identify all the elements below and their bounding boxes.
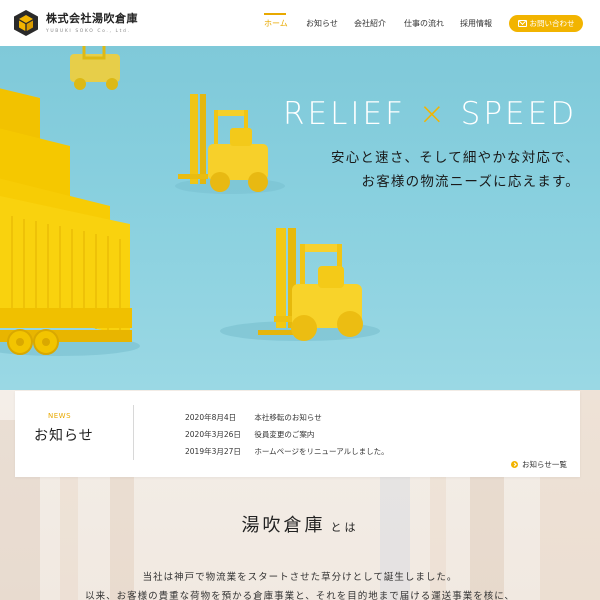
brand[interactable]: 株式会社湯吹倉庫 YUBUKI SOKO Co., Ltd. [46,10,138,34]
hero-title-times: × [418,96,448,132]
nav-recruit[interactable]: 採用情報 [460,18,492,29]
hero-title-right: SPEED [460,96,578,132]
site-header: 株式会社湯吹倉庫 YUBUKI SOKO Co., Ltd. ホーム お知らせ … [0,0,600,46]
hero-title-left: RELIEF [283,96,406,132]
news-date: 2020年8月4日 [185,413,237,422]
about-title: 湯吹倉庫 とは [0,511,600,537]
hero-copy-line2: お客様の物流ニーズに応えます。 [361,174,580,190]
hero-copy: 安心と速さ、そして細やかな対応で、 お客様の物流ニーズに応えます。 [331,146,580,194]
hero-copy-line1: 安心と速さ、そして細やかな対応で、 [331,150,580,166]
news-heading: お知らせ [34,428,94,444]
contact-label: お問い合わせ [529,19,575,28]
company-sub: YUBUKI SOKO Co., Ltd. [46,29,131,34]
news-eyebrow: NEWS [48,412,72,420]
forklift-mid [178,94,268,192]
news-list-label: お知らせ一覧 [522,460,567,469]
container-truck [0,88,132,355]
news-title: 役員変更のご案内 [254,430,315,439]
about-title-suffix: とは [330,521,359,534]
nav-news[interactable]: お知らせ [306,18,338,29]
forklift-far [70,46,120,90]
nav-workflow[interactable]: 仕事の流れ [404,18,444,29]
news-title: ホームページをリニューアルしました。 [254,447,389,456]
news-item[interactable]: 2020年8月4日 本社移転のお知らせ [185,412,322,423]
nav-home[interactable]: ホーム [264,18,288,29]
news-list-link[interactable]: お知らせ一覧 [511,459,567,470]
about-text-line2: 以来、お客様の貴重な荷物を預かる倉庫事業と、それを目的地まで届ける運送事業を核に… [85,591,515,600]
news-item[interactable]: 2020年3月26日 役員変更のご案内 [185,429,314,440]
nav-company[interactable]: 会社紹介 [354,18,386,29]
hero-title: RELIEF × SPEED [283,96,577,132]
active-nav-indicator [264,13,286,15]
contact-button[interactable]: お問い合わせ [509,15,583,32]
news-item[interactable]: 2019年3月27日 ホームページをリニューアルしました。 [185,446,389,457]
about-title-main: 湯吹倉庫 [241,515,326,536]
cube-logo-icon[interactable] [12,9,40,37]
company-name: 株式会社湯吹倉庫 [46,12,138,25]
hero: RELIEF × SPEED 安心と速さ、そして細やかな対応で、 お客様の物流ニ… [0,46,600,390]
news-card: NEWS お知らせ 2020年8月4日 本社移転のお知らせ 2020年3月26日… [15,391,580,477]
news-date: 2020年3月26日 [185,430,241,439]
arrow-circle-icon [511,461,518,468]
about-text-line1: 当社は神戸で物流業をスタートさせた草分けとして誕生しました。 [142,572,458,583]
news-date: 2019年3月27日 [185,447,241,456]
news-divider [133,405,134,460]
mail-icon [517,20,527,27]
news-title: 本社移転のお知らせ [254,413,322,422]
